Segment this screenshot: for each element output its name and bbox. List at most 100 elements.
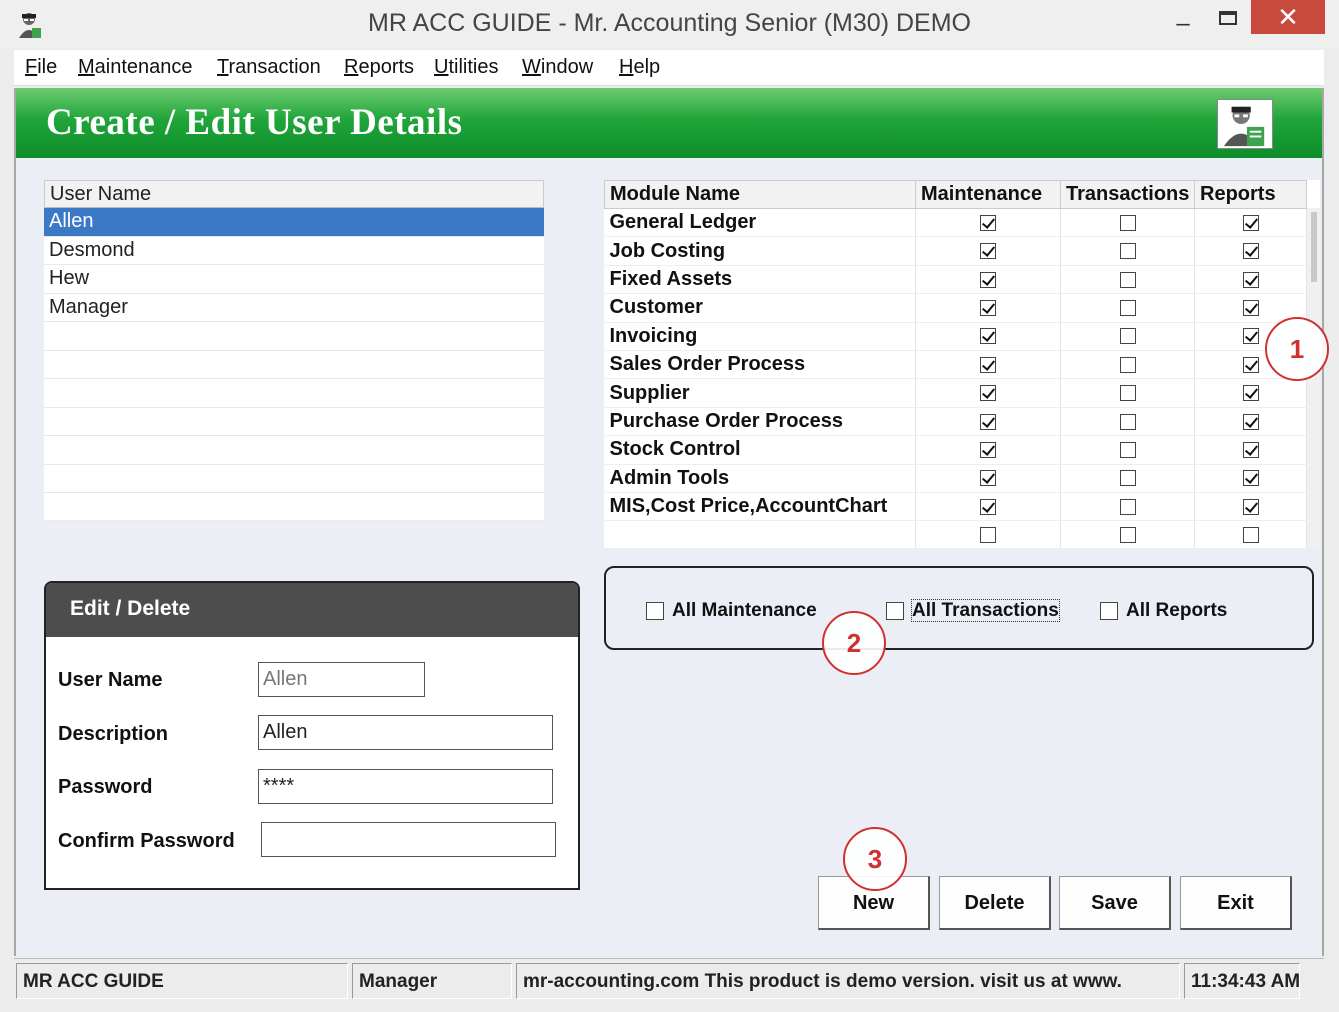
transactions-checkbox[interactable]: [1119, 498, 1136, 515]
user-list[interactable]: User Name Allen Desmond Hew Manager: [44, 180, 544, 522]
list-item[interactable]: Hew: [44, 265, 544, 294]
maintenance-checkbox[interactable]: [980, 214, 996, 231]
transactions-checkbox[interactable]: [1119, 243, 1136, 260]
save-button[interactable]: Save: [1059, 876, 1171, 930]
list-item-empty[interactable]: [44, 379, 544, 408]
all-maintenance-checkbox[interactable]: [646, 601, 664, 620]
transactions-checkbox[interactable]: [1119, 300, 1136, 317]
module-name-cell[interactable]: Stock Control: [604, 435, 916, 465]
maintenance-cell[interactable]: [915, 293, 1061, 323]
reports-checkbox[interactable]: [1242, 442, 1259, 459]
all-maintenance-option[interactable]: All Maintenance: [646, 600, 817, 622]
transactions-checkbox[interactable]: [1119, 271, 1136, 288]
col-transactions[interactable]: Transactions: [1060, 180, 1195, 209]
list-item-empty[interactable]: [44, 436, 544, 465]
list-item-empty[interactable]: [44, 493, 544, 522]
list-item[interactable]: Allen: [44, 208, 544, 237]
reports-checkbox[interactable]: [1242, 385, 1259, 402]
reports-checkbox[interactable]: [1242, 498, 1259, 515]
delete-button[interactable]: Delete: [939, 876, 1051, 930]
maintenance-cell[interactable]: [915, 236, 1061, 266]
menu-transaction[interactable]: Transaction: [217, 56, 321, 79]
transactions-cell[interactable]: [1060, 464, 1195, 493]
table-row[interactable]: Invoicing: [604, 322, 1307, 351]
all-reports-option[interactable]: All Reports: [1100, 600, 1227, 622]
list-item-empty[interactable]: [44, 351, 544, 379]
module-name-cell[interactable]: Invoicing: [604, 322, 916, 351]
transactions-cell[interactable]: [1060, 265, 1195, 295]
transactions-checkbox[interactable]: [1119, 385, 1136, 402]
menu-utilities[interactable]: Utilities: [434, 56, 498, 79]
menu-maintenance[interactable]: Maintenance: [78, 56, 193, 79]
list-item-empty[interactable]: [44, 322, 544, 351]
reports-checkbox[interactable]: [1242, 470, 1259, 487]
maintenance-checkbox[interactable]: [980, 271, 996, 288]
maintenance-cell[interactable]: [915, 464, 1061, 493]
maintenance-checkbox[interactable]: [980, 300, 996, 317]
maintenance-checkbox[interactable]: [980, 442, 996, 459]
transactions-cell[interactable]: [1060, 350, 1195, 380]
reports-checkbox[interactable]: [1242, 214, 1259, 231]
col-module-name[interactable]: Module Name: [604, 180, 916, 209]
table-row[interactable]: Job Costing: [604, 236, 1307, 266]
table-row[interactable]: Customer: [604, 293, 1307, 323]
table-row[interactable]: Stock Control: [604, 435, 1307, 465]
module-name-cell[interactable]: Job Costing: [604, 236, 916, 266]
list-item[interactable]: Manager: [44, 294, 544, 322]
module-permissions-grid[interactable]: Module Name Maintenance Transactions Rep…: [604, 180, 1320, 548]
transactions-cell[interactable]: [1060, 407, 1195, 437]
table-row[interactable]: Supplier: [604, 378, 1307, 408]
table-row[interactable]: MIS,Cost Price,AccountChart: [604, 492, 1307, 522]
maintenance-cell[interactable]: [915, 322, 1061, 351]
maintenance-cell[interactable]: [915, 407, 1061, 437]
reports-cell[interactable]: [1194, 208, 1307, 238]
module-name-cell[interactable]: Supplier: [604, 378, 916, 408]
reports-cell[interactable]: [1194, 265, 1307, 295]
table-row[interactable]: Purchase Order Process: [604, 407, 1307, 437]
maintenance-cell[interactable]: [915, 378, 1061, 408]
module-name-cell[interactable]: Admin Tools: [604, 464, 916, 493]
reports-checkbox[interactable]: [1242, 243, 1259, 260]
reports-cell[interactable]: [1194, 236, 1307, 266]
menu-file[interactable]: File: [25, 56, 57, 79]
reports-cell[interactable]: [1194, 464, 1307, 493]
reports-checkbox[interactable]: [1242, 271, 1259, 288]
user-name-field[interactable]: [258, 662, 425, 697]
reports-checkbox[interactable]: [1242, 413, 1259, 430]
reports-cell[interactable]: [1194, 378, 1307, 408]
module-name-cell[interactable]: Customer: [604, 293, 916, 323]
confirm-password-field[interactable]: [261, 822, 556, 857]
module-name-cell[interactable]: Fixed Assets: [604, 265, 916, 295]
transactions-cell[interactable]: [1060, 520, 1195, 548]
transactions-cell[interactable]: [1060, 293, 1195, 323]
all-transactions-option[interactable]: All Transactions: [886, 599, 1060, 622]
transactions-checkbox[interactable]: [1119, 413, 1136, 430]
maintenance-checkbox[interactable]: [980, 356, 996, 373]
list-item[interactable]: Desmond: [44, 237, 544, 265]
transactions-cell[interactable]: [1060, 378, 1195, 408]
reports-cell[interactable]: [1194, 407, 1307, 437]
exit-button[interactable]: Exit: [1180, 876, 1292, 930]
description-field[interactable]: [258, 715, 553, 750]
maintenance-cell[interactable]: [915, 208, 1061, 238]
table-row[interactable]: General Ledger: [604, 208, 1307, 238]
maintenance-checkbox[interactable]: [980, 385, 996, 402]
transactions-cell[interactable]: [1060, 236, 1195, 266]
transactions-checkbox[interactable]: [1119, 356, 1136, 373]
all-reports-label[interactable]: All Reports: [1126, 600, 1227, 621]
maintenance-checkbox[interactable]: [980, 470, 996, 487]
reports-checkbox[interactable]: [1242, 527, 1259, 544]
maintenance-cell[interactable]: [915, 350, 1061, 380]
module-name-cell[interactable]: General Ledger: [604, 208, 916, 238]
maintenance-cell[interactable]: [915, 520, 1061, 548]
maintenance-cell[interactable]: [915, 492, 1061, 522]
reports-checkbox[interactable]: [1242, 300, 1259, 317]
maintenance-checkbox[interactable]: [980, 527, 996, 544]
col-reports[interactable]: Reports: [1194, 180, 1307, 209]
transactions-checkbox[interactable]: [1119, 527, 1136, 544]
maintenance-checkbox[interactable]: [980, 413, 996, 430]
menu-reports[interactable]: Reports: [344, 56, 414, 79]
maintenance-cell[interactable]: [915, 435, 1061, 465]
table-row[interactable]: Sales Order Process: [604, 350, 1307, 380]
transactions-cell[interactable]: [1060, 435, 1195, 465]
